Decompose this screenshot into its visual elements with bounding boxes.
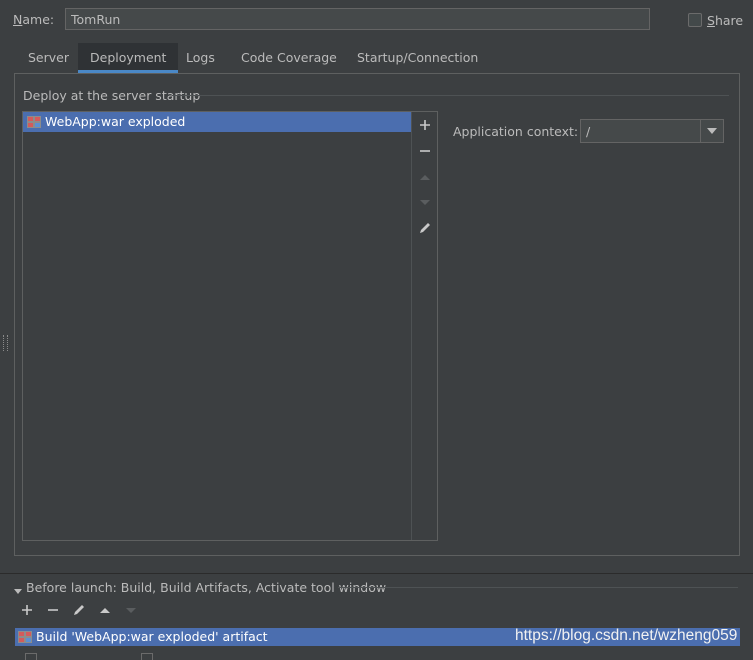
share-label-rest: hare — [714, 13, 744, 28]
before-launch-toggle[interactable] — [14, 583, 22, 598]
tab-logs[interactable]: Logs — [174, 43, 227, 73]
arrow-down-icon — [420, 200, 430, 205]
before-launch-divider — [338, 587, 738, 588]
plus-icon — [22, 605, 32, 615]
before-launch-task-label: Build 'WebApp:war exploded' artifact — [36, 629, 268, 644]
group-divider — [172, 95, 729, 96]
name-input[interactable] — [65, 8, 650, 30]
minus-icon — [420, 150, 430, 152]
edit-artifact-button[interactable] — [416, 219, 434, 237]
collapse-triangle-icon — [14, 589, 22, 594]
tab-code-coverage[interactable]: Code Coverage — [229, 43, 349, 73]
move-task-up-button[interactable] — [96, 601, 114, 619]
remove-artifact-button[interactable] — [416, 142, 434, 160]
resize-grip[interactable] — [3, 335, 8, 351]
remove-task-button[interactable] — [44, 601, 62, 619]
application-context-combo[interactable]: / — [580, 119, 724, 143]
name-label: Name: — [13, 12, 55, 27]
before-launch-separator — [0, 573, 753, 574]
move-up-button[interactable] — [416, 168, 434, 186]
move-task-down-button[interactable] — [122, 601, 140, 619]
move-down-button[interactable] — [416, 193, 434, 211]
share-label[interactable]: Share — [707, 13, 743, 28]
tab-startup-connection[interactable]: Startup/Connection — [345, 43, 490, 73]
artifact-list[interactable] — [22, 111, 438, 541]
edit-task-button[interactable] — [70, 601, 88, 619]
artifact-icon — [27, 116, 41, 128]
name-label-rest: ame: — [22, 12, 55, 27]
application-context-label: Application context: — [453, 124, 579, 139]
share-checkbox[interactable] — [688, 13, 702, 27]
arrow-down-icon — [126, 608, 136, 613]
artifact-list-item[interactable]: WebApp:war exploded — [23, 112, 411, 132]
add-task-button[interactable] — [18, 601, 36, 619]
chevron-down-icon — [707, 128, 717, 134]
watermark-text: https://blog.csdn.net/wzheng059 — [515, 627, 738, 644]
pencil-icon — [74, 605, 84, 615]
application-context-dropdown[interactable] — [700, 120, 723, 142]
tab-server[interactable]: Server — [16, 43, 81, 73]
arrow-up-icon — [420, 175, 430, 180]
artifact-list-item-label: WebApp:war exploded — [45, 114, 186, 129]
pencil-icon — [420, 223, 430, 233]
plus-icon — [420, 120, 430, 130]
minus-icon — [48, 609, 58, 611]
before-launch-title[interactable]: Before launch: Build, Build Artifacts, A… — [26, 580, 386, 595]
arrow-up-icon — [100, 608, 110, 613]
add-artifact-button[interactable] — [416, 116, 434, 134]
list-toolbar-divider — [411, 112, 412, 540]
tab-deployment[interactable]: Deployment — [78, 43, 179, 73]
application-context-value: / — [586, 124, 591, 139]
artifact-icon — [18, 631, 32, 643]
